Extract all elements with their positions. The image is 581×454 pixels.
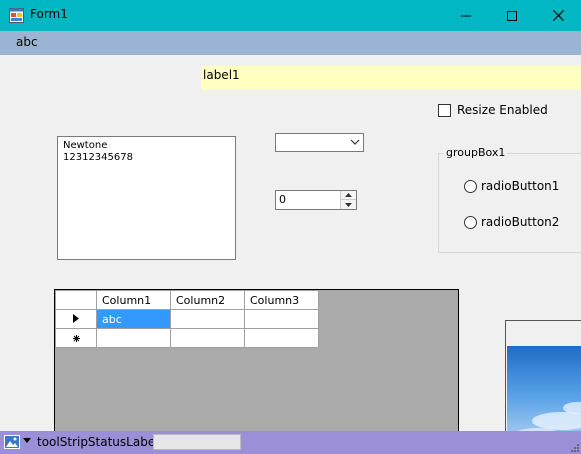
close-button[interactable] bbox=[535, 0, 581, 31]
minimize-icon bbox=[461, 15, 471, 16]
numeric-updown[interactable]: 0 bbox=[275, 190, 357, 210]
chevron-down-icon[interactable] bbox=[23, 438, 31, 443]
title-bar[interactable]: Form1 bbox=[0, 0, 581, 31]
chevron-down-icon bbox=[350, 139, 360, 145]
spin-buttons bbox=[340, 191, 356, 209]
menu-bar: abc bbox=[0, 31, 581, 55]
radio-label: radioButton2 bbox=[481, 215, 560, 229]
radio-circle[interactable] bbox=[464, 179, 477, 193]
checkbox-box[interactable] bbox=[438, 103, 451, 117]
triangle-down-icon bbox=[345, 202, 352, 207]
image-icon[interactable] bbox=[4, 435, 20, 449]
row-header[interactable] bbox=[55, 309, 97, 329]
minimize-button[interactable] bbox=[443, 0, 489, 31]
sky-image bbox=[507, 346, 581, 440]
table-row: abc bbox=[55, 309, 319, 329]
label1: label1 bbox=[201, 66, 581, 90]
combobox[interactable] bbox=[275, 133, 364, 152]
grid-cell[interactable] bbox=[244, 328, 319, 348]
table-row bbox=[55, 328, 319, 348]
picture-box bbox=[505, 320, 581, 440]
column-header[interactable]: Column2 bbox=[170, 290, 245, 310]
row-pointer-icon bbox=[73, 313, 79, 323]
maximize-icon bbox=[507, 10, 517, 21]
image-icon-graphic bbox=[6, 437, 18, 447]
form-icon bbox=[9, 8, 24, 23]
groupbox: groupBox1 radioButton1 radioButton2 bbox=[438, 146, 581, 253]
radio-button-2[interactable]: radioButton2 bbox=[464, 215, 559, 229]
grid-cell[interactable] bbox=[244, 309, 319, 329]
numeric-value: 0 bbox=[279, 193, 286, 206]
column-header[interactable]: Column1 bbox=[96, 290, 171, 310]
new-row-icon bbox=[72, 334, 80, 342]
radio-button-1[interactable]: radioButton1 bbox=[464, 179, 559, 193]
grid-cell[interactable] bbox=[170, 309, 245, 329]
triangle-up-icon bbox=[345, 193, 352, 197]
textbox-line: Newtone bbox=[63, 140, 108, 151]
spin-up-button[interactable] bbox=[341, 191, 356, 200]
column-header[interactable]: Column3 bbox=[244, 290, 319, 310]
textbox-line: 12312345678 bbox=[63, 152, 133, 163]
resize-grip-icon[interactable] bbox=[569, 442, 579, 452]
groupbox-title: groupBox1 bbox=[444, 146, 508, 159]
close-icon bbox=[552, 10, 564, 21]
spin-down-button[interactable] bbox=[341, 200, 356, 209]
multiline-textbox[interactable]: Newtone 12312345678 bbox=[57, 136, 236, 260]
status-progress-bar bbox=[153, 434, 241, 450]
checkbox-label: Resize Enabled bbox=[457, 103, 548, 117]
grid-header-row: Column1 Column2 Column3 bbox=[55, 290, 319, 310]
grid-cell[interactable] bbox=[170, 328, 245, 348]
grid-cell[interactable]: abc bbox=[96, 309, 171, 329]
grid-cell[interactable] bbox=[96, 328, 171, 348]
row-header[interactable] bbox=[55, 328, 97, 348]
menu-item-abc[interactable]: abc bbox=[8, 34, 46, 50]
clouds-graphic bbox=[515, 402, 581, 440]
status-strip: toolStripStatusLabel1 bbox=[0, 431, 581, 454]
window-title: Form1 bbox=[30, 7, 68, 21]
radio-label: radioButton1 bbox=[481, 179, 560, 193]
radio-circle[interactable] bbox=[464, 215, 477, 229]
grid-corner-header[interactable] bbox=[55, 290, 97, 310]
resize-enabled-checkbox[interactable]: Resize Enabled bbox=[438, 103, 548, 117]
status-label: toolStripStatusLabel1 bbox=[37, 435, 167, 449]
maximize-button[interactable] bbox=[489, 0, 535, 31]
data-grid[interactable]: Column1 Column2 Column3 abc bbox=[54, 289, 459, 437]
grid-table: Column1 Column2 Column3 abc bbox=[55, 290, 319, 348]
